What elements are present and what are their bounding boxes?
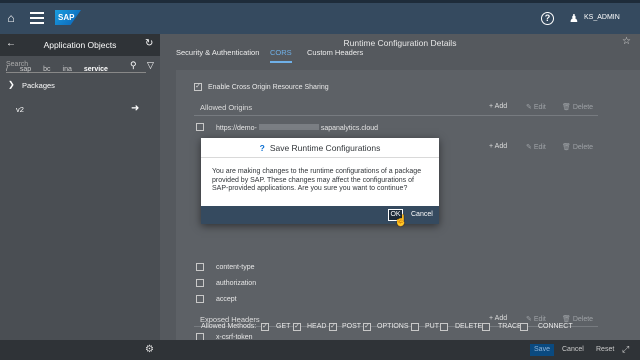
- method-put: PUT: [425, 323, 439, 330]
- header-item: accept: [216, 296, 237, 303]
- refresh-icon[interactable]: ↻: [145, 38, 153, 49]
- redacted-block: [258, 124, 319, 130]
- method-trace: TRACE: [498, 323, 522, 330]
- header-checkbox[interactable]: [196, 295, 204, 303]
- header-checkbox[interactable]: [196, 279, 204, 287]
- method-post-checkbox[interactable]: ✓: [363, 323, 371, 331]
- shell-bar: ⌂ SAP ? ♟ KS_ADMIN: [0, 0, 640, 34]
- breadcrumb-root[interactable]: /: [6, 66, 8, 73]
- left-panel: ← Application Objects ↻ Search ⚲ ▽ / sap…: [0, 34, 160, 340]
- add-exposed-button[interactable]: + Add: [489, 315, 507, 322]
- method-head: HEAD: [307, 323, 327, 330]
- method-get-checkbox[interactable]: ✓: [261, 323, 269, 331]
- edit-label: Edit: [533, 144, 546, 151]
- save-dialog: ? Save Runtime Configurations You are mak…: [201, 138, 439, 224]
- delete-label: Delete: [572, 104, 594, 111]
- add-header-button[interactable]: + Add: [489, 143, 507, 150]
- gear-icon[interactable]: ⚙: [145, 344, 154, 355]
- breadcrumb-service[interactable]: service: [84, 66, 108, 73]
- dialog-header: ? Save Runtime Configurations: [201, 138, 439, 158]
- dialog-cancel-button[interactable]: Cancel: [411, 209, 433, 221]
- reset-button[interactable]: Reset: [596, 346, 614, 353]
- method-put-checkbox[interactable]: [440, 323, 448, 331]
- home-icon[interactable]: ⌂: [4, 11, 18, 25]
- filter-icon[interactable]: ▽: [147, 60, 154, 71]
- user-icon[interactable]: ♟: [569, 12, 579, 25]
- breadcrumb-bc[interactable]: bc: [43, 66, 50, 73]
- delete-label: Delete: [572, 144, 594, 151]
- breadcrumb-ina[interactable]: ina: [63, 66, 72, 73]
- edit-label: Edit: [533, 104, 546, 111]
- header-item: authorization: [216, 280, 257, 287]
- method-connect: CONNECT: [538, 323, 573, 330]
- delete-header-button[interactable]: 🗑 Delete: [562, 143, 593, 151]
- package-item-v2[interactable]: v2: [16, 105, 24, 114]
- edit-origin-button[interactable]: ✎ Edit: [526, 103, 546, 111]
- chevron-down-icon[interactable]: ❯: [8, 80, 15, 89]
- mouse-cursor-icon: ☝: [394, 215, 408, 227]
- left-panel-header: ← Application Objects ↻: [0, 34, 160, 56]
- footer-bar: ⚙ Save Cancel Reset ⤢: [0, 340, 640, 360]
- delete-exposed-button[interactable]: 🗑 Delete: [562, 315, 593, 323]
- cancel-button[interactable]: Cancel: [562, 346, 584, 353]
- method-head-checkbox-2[interactable]: ✓: [329, 323, 337, 331]
- method-trace-checkbox[interactable]: [520, 323, 528, 331]
- header-checkbox[interactable]: [196, 263, 204, 271]
- method-options-checkbox[interactable]: [411, 323, 419, 331]
- search-icon[interactable]: ⚲: [130, 60, 137, 71]
- tab-cors[interactable]: CORS: [270, 48, 292, 63]
- edit-header-button[interactable]: ✎ Edit: [526, 143, 546, 151]
- dialog-message: You are making changes to the runtime co…: [212, 168, 422, 192]
- sap-logo[interactable]: SAP: [55, 10, 81, 25]
- question-icon: ?: [259, 143, 265, 153]
- method-options: OPTIONS: [377, 323, 409, 330]
- user-name[interactable]: KS_ADMIN: [584, 14, 620, 21]
- edit-label: Edit: [533, 316, 546, 323]
- add-origin-button[interactable]: + Add: [489, 103, 507, 110]
- add-label: Add: [494, 143, 508, 150]
- tab-bar: Security & Authentication CORS Custom He…: [160, 48, 640, 68]
- delete-label: Delete: [572, 316, 594, 323]
- page-title: Runtime Configuration Details: [343, 38, 457, 48]
- enable-cors-label: Enable Cross Origin Resource Sharing: [208, 84, 329, 91]
- method-get: GET: [276, 323, 291, 330]
- origin-url-suffix: sapanalytics.cloud: [320, 125, 379, 132]
- tab-security[interactable]: Security & Authentication: [176, 48, 259, 57]
- method-head-checkbox[interactable]: ✓: [293, 323, 301, 331]
- enable-cors-checkbox[interactable]: ✓: [194, 83, 202, 91]
- origin-checkbox[interactable]: [196, 123, 204, 131]
- save-button[interactable]: Save: [530, 344, 554, 356]
- allowed-methods-label: Allowed Methods:: [201, 323, 257, 330]
- allowed-origins-label: Allowed Origins: [200, 103, 253, 112]
- breadcrumb-sap[interactable]: sap: [20, 66, 31, 73]
- method-post: POST: [342, 323, 362, 330]
- menu-icon[interactable]: [30, 12, 44, 24]
- header-item: content-type: [216, 264, 255, 271]
- breadcrumb: / sap bc ina service: [6, 66, 118, 73]
- packages-label[interactable]: Packages: [22, 81, 55, 90]
- delete-origin-button[interactable]: 🗑 Delete: [562, 103, 593, 111]
- method-delete: DELETE: [455, 323, 483, 330]
- fullscreen-icon[interactable]: ⤢: [622, 344, 629, 355]
- help-icon[interactable]: ?: [541, 12, 554, 25]
- left-panel-title: Application Objects: [43, 40, 117, 50]
- method-delete-checkbox[interactable]: [482, 323, 490, 331]
- dialog-title: Save Runtime Configurations: [269, 143, 381, 153]
- divider: [194, 115, 598, 116]
- origin-url: https://demo-sapanalytics.cloud: [216, 124, 378, 132]
- edit-exposed-button[interactable]: ✎ Edit: [526, 315, 546, 323]
- add-label: Add: [494, 103, 508, 110]
- origin-url-prefix: https://demo-: [216, 125, 257, 132]
- tab-custom-headers[interactable]: Custom Headers: [307, 48, 363, 57]
- favorite-icon[interactable]: ☆: [622, 36, 631, 47]
- add-label: Add: [494, 315, 508, 322]
- arrow-right-icon[interactable]: ➜: [131, 103, 139, 114]
